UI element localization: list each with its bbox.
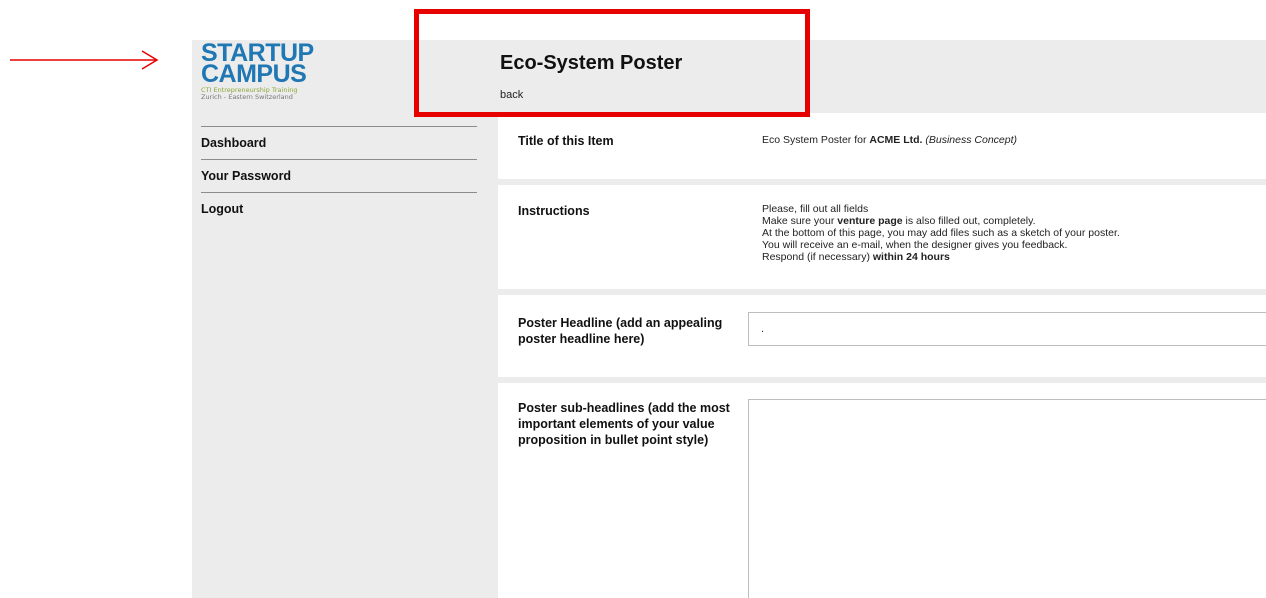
instructions-within-24-hours: within 24 hours — [872, 251, 950, 263]
sidebar: STARTUP CAMPUS CTI Entrepreneurship Trai… — [192, 40, 498, 598]
subheadlines-textarea[interactable] — [748, 399, 1266, 598]
headline-input[interactable] — [748, 312, 1266, 346]
title-item-label: Title of this Item — [518, 134, 614, 148]
instructions-line-2-post: is also filled out, completely. — [902, 215, 1036, 227]
sidebar-nav: Dashboard Your Password Logout — [201, 126, 477, 225]
instructions-venture-page: venture page — [837, 215, 903, 227]
form-row-subheadlines: Poster sub-headlines (add the most impor… — [498, 383, 1266, 598]
form-row-headline: Poster Headline (add an appealing poster… — [498, 295, 1266, 383]
title-item-company: ACME Ltd. — [869, 134, 923, 146]
instructions-line-2-pre: Make sure your — [762, 215, 838, 227]
annotation-arrow-icon — [10, 50, 159, 70]
title-item-prefix: Eco System Poster for — [762, 134, 870, 146]
logo-tagline-2: Zurich - Eastern Switzerland — [201, 93, 293, 101]
form-row-title: Title of this Item Eco System Poster for… — [498, 113, 1266, 185]
subheadlines-label: Poster sub-headlines (add the most impor… — [518, 401, 730, 447]
title-item-value: Eco System Poster for ACME Ltd. (Busines… — [762, 134, 1017, 146]
sidebar-item-your-password[interactable]: Your Password — [201, 159, 477, 192]
form-row-instructions: Instructions Please, fill out all fields… — [498, 185, 1266, 295]
headline-label: Poster Headline (add an appealing poster… — [518, 316, 723, 346]
instructions-line-2: Make sure your venture page is also fill… — [762, 215, 1120, 227]
sidebar-item-dashboard[interactable]: Dashboard — [201, 126, 477, 159]
title-item-suffix: (Business Concept) — [925, 134, 1017, 146]
instructions-line-5-pre: Respond (if necessary) — [762, 251, 873, 263]
instructions-line-3: At the bottom of this page, you may add … — [762, 227, 1120, 239]
instructions-text: Please, fill out all fields Make sure yo… — [762, 203, 1120, 263]
instructions-line-5: Respond (if necessary) within 24 hours — [762, 251, 1120, 263]
instructions-label: Instructions — [518, 204, 590, 218]
logo-line-2: CAMPUS — [201, 60, 307, 88]
instructions-line-4: You will receive an e-mail, when the des… — [762, 239, 1068, 251]
startup-campus-logo[interactable]: STARTUP CAMPUS CTI Entrepreneurship Trai… — [201, 41, 331, 113]
annotation-highlight-box — [414, 9, 810, 117]
sidebar-item-logout[interactable]: Logout — [201, 192, 477, 225]
form-content: Title of this Item Eco System Poster for… — [498, 113, 1266, 598]
instructions-line-1: Please, fill out all fields — [762, 203, 869, 215]
